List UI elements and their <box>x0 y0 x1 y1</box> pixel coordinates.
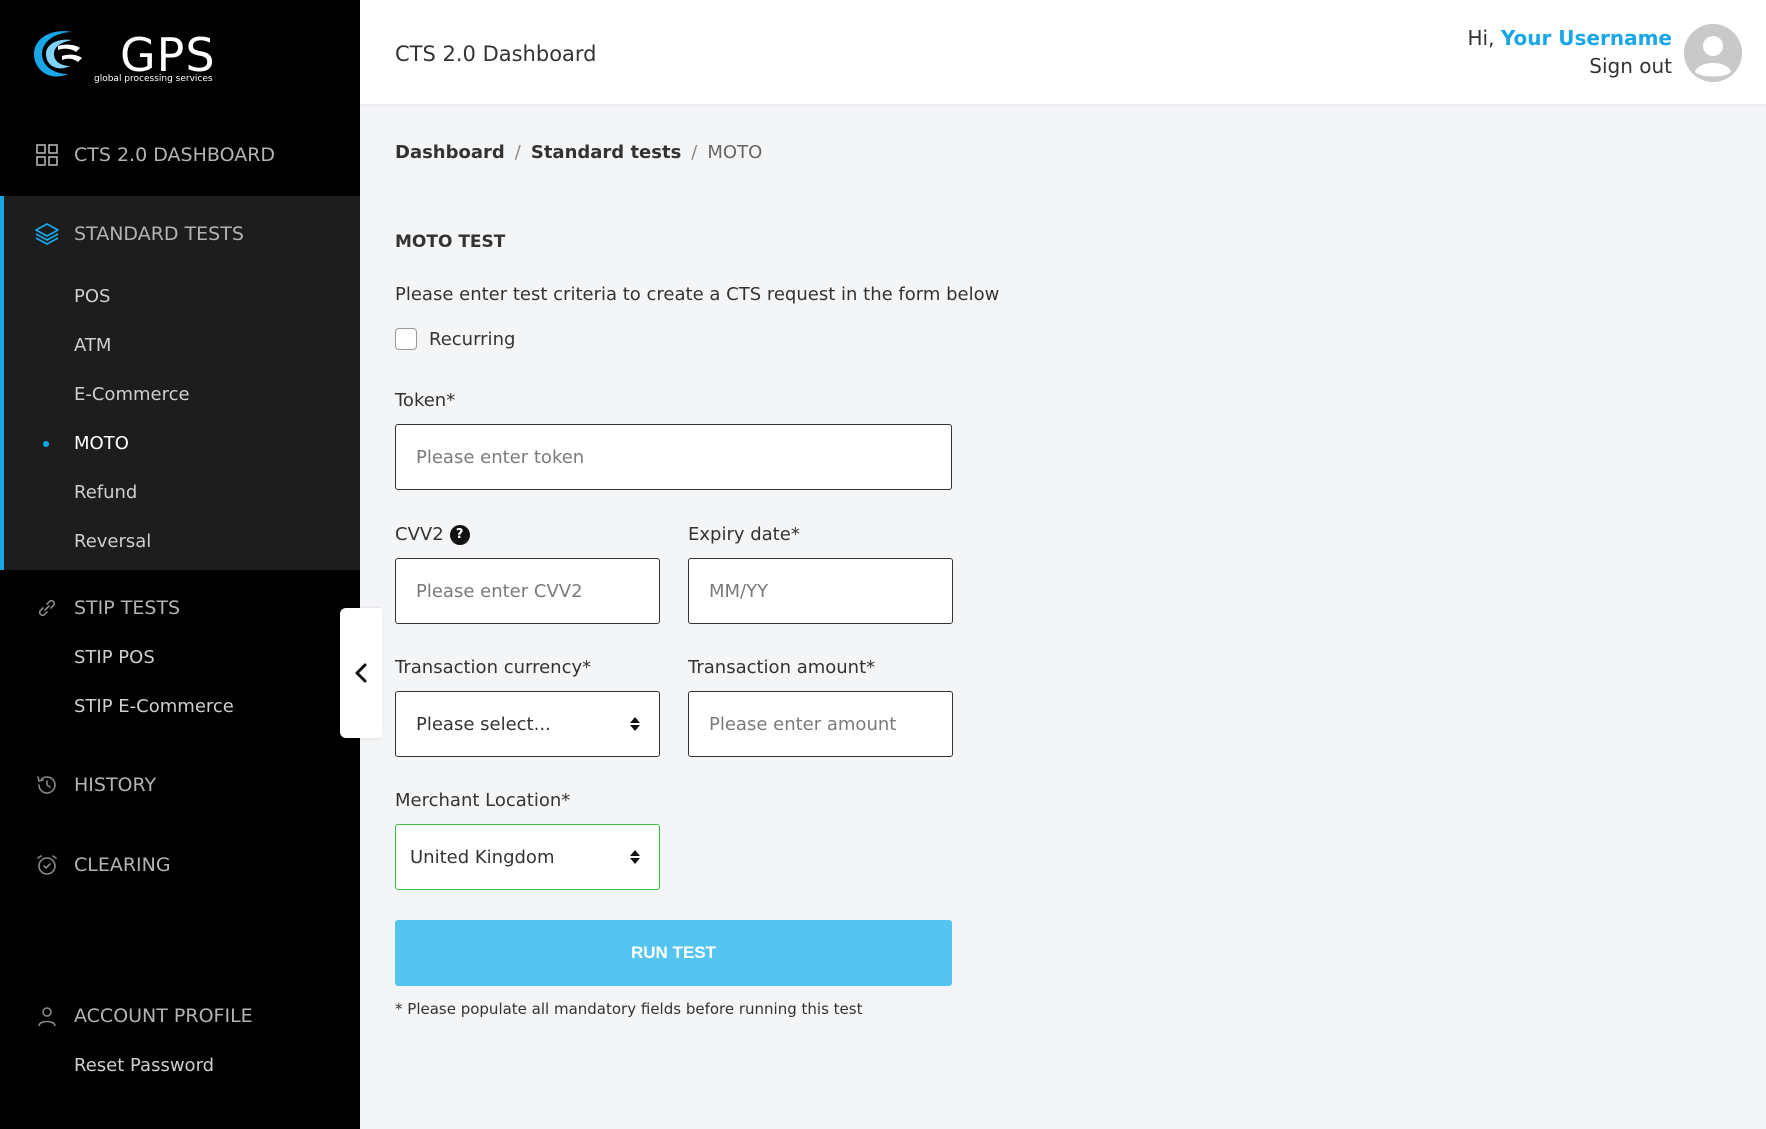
grid-icon <box>34 142 60 168</box>
nav-history-section: HISTORY <box>0 760 360 810</box>
user-menu: Hi, Your Username Sign out <box>1466 24 1766 88</box>
expiry-label: Expiry date* <box>688 524 800 545</box>
sidebar-item-label: Reset Password <box>74 1055 215 1076</box>
merchant-location-select[interactable]: United Kingdom <box>395 824 660 890</box>
location-label-text: Merchant Location* <box>395 790 571 811</box>
amount-label: Transaction amount* <box>688 657 875 678</box>
greeting: Hi, Your Username <box>1468 26 1672 50</box>
sidebar-item-moto[interactable]: MOTO <box>4 419 360 468</box>
form-description: Please enter test criteria to create a C… <box>395 284 1000 305</box>
currency-label-text: Transaction currency* <box>395 657 592 678</box>
mandatory-note: * Please populate all mandatory fields b… <box>395 1000 863 1018</box>
recurring-option: Recurring <box>395 328 515 350</box>
breadcrumb-separator: / <box>514 142 521 163</box>
token-label: Token* <box>395 390 455 411</box>
breadcrumb: Dashboard / Standard tests / MOTO <box>395 142 762 163</box>
token-input[interactable] <box>416 425 951 489</box>
nav-dashboard-section: CTS 2.0 DASHBOARD <box>0 130 360 180</box>
top-header: CTS 2.0 Dashboard Hi, Your Username Sign… <box>360 0 1766 104</box>
sidebar-item-label: CLEARING <box>74 854 171 876</box>
sidebar-item-history[interactable]: HISTORY <box>0 760 360 810</box>
sidebar-item-ecommerce[interactable]: E-Commerce <box>4 370 360 419</box>
cvv2-input[interactable] <box>416 559 659 623</box>
sidebar-item-label: Reversal <box>74 531 152 552</box>
sidebar-item-label: STANDARD TESTS <box>74 223 244 245</box>
sidebar-item-label: ACCOUNT PROFILE <box>74 1005 253 1027</box>
cvv2-label-text: CVV2 <box>395 524 444 545</box>
sidebar-item-refund[interactable]: Refund <box>4 468 360 517</box>
chevron-left-icon <box>355 663 367 683</box>
sidebar-item-label: ATM <box>74 335 112 356</box>
recurring-checkbox[interactable] <box>395 328 417 350</box>
sidebar-item-label: STIP E-Commerce <box>74 696 234 717</box>
sidebar-item-clearing[interactable]: CLEARING <box>0 840 360 890</box>
sidebar-item-label: HISTORY <box>74 774 157 796</box>
sidebar-item-stip-ecommerce[interactable]: STIP E-Commerce <box>0 682 360 731</box>
gps-swoosh-icon <box>34 31 82 77</box>
run-test-button[interactable]: RUN TEST <box>395 920 952 986</box>
sidebar-item-stip-pos[interactable]: STIP POS <box>0 633 360 682</box>
moto-test-form: MOTO TEST Please enter test criteria to … <box>395 232 999 1018</box>
location-select-value: United Kingdom <box>410 846 555 868</box>
sign-out-link[interactable]: Sign out <box>1589 54 1672 78</box>
gps-logo[interactable]: GPS global processing services <box>28 26 238 88</box>
amount-input[interactable] <box>709 692 952 756</box>
layers-icon <box>34 221 60 247</box>
sidebar-item-label: POS <box>74 286 111 307</box>
currency-select-value: Please select... <box>416 713 551 735</box>
token-field[interactable] <box>395 424 952 490</box>
amount-field[interactable] <box>688 691 953 757</box>
location-label: Merchant Location* <box>395 790 570 811</box>
nav-clearing-section: CLEARING <box>0 840 360 890</box>
sidebar: GPS global processing services CTS 2.0 D… <box>0 0 360 1129</box>
nav-stip-tests-section: STIP TESTS STIP POS STIP E-Commerce <box>0 583 360 731</box>
sidebar-item-pos[interactable]: POS <box>4 272 360 321</box>
sidebar-item-stip-tests[interactable]: STIP TESTS <box>0 583 360 633</box>
sidebar-item-standard-tests[interactable]: STANDARD TESTS <box>4 196 360 272</box>
sidebar-item-reset-password[interactable]: Reset Password <box>0 1041 360 1090</box>
breadcrumb-current: MOTO <box>707 142 763 163</box>
sidebar-item-label: CTS 2.0 DASHBOARD <box>74 144 276 166</box>
user-avatar-icon <box>1684 24 1742 82</box>
greeting-text: Hi, <box>1467 26 1501 50</box>
sidebar-item-account-profile[interactable]: ACCOUNT PROFILE <box>0 991 360 1041</box>
sidebar-item-label: Refund <box>74 482 138 503</box>
currency-select[interactable]: Please select... <box>395 691 660 757</box>
breadcrumb-separator: / <box>691 142 698 163</box>
sidebar-item-label: STIP POS <box>74 647 155 668</box>
nav-account-section: ACCOUNT PROFILE Reset Password <box>0 991 360 1090</box>
sort-arrows-icon <box>630 850 640 864</box>
sidebar-item-label: E-Commerce <box>74 384 190 405</box>
nav-standard-tests-section: STANDARD TESTS POS ATM E-Commerce MOTO R… <box>0 196 360 570</box>
sidebar-collapse-button[interactable] <box>340 608 382 738</box>
username-link[interactable]: Your Username <box>1501 26 1672 50</box>
user-icon <box>34 1003 60 1029</box>
sidebar-item-label: MOTO <box>74 433 129 454</box>
alarm-clock-icon <box>34 852 60 878</box>
token-label-text: Token* <box>395 390 456 411</box>
sidebar-item-label: STIP TESTS <box>74 597 181 619</box>
expiry-label-text: Expiry date* <box>688 524 800 545</box>
breadcrumb-dashboard[interactable]: Dashboard <box>395 142 505 163</box>
sidebar-item-dashboard[interactable]: CTS 2.0 DASHBOARD <box>0 130 360 180</box>
recurring-label: Recurring <box>429 328 516 350</box>
cvv2-label: CVV2 ? <box>395 524 470 545</box>
sidebar-item-reversal[interactable]: Reversal <box>4 517 360 566</box>
logo-subtitle: global processing services <box>94 74 213 84</box>
link-icon <box>34 595 60 621</box>
help-icon[interactable]: ? <box>449 524 470 545</box>
breadcrumb-standard-tests[interactable]: Standard tests <box>531 142 681 163</box>
cvv2-field[interactable] <box>395 558 660 624</box>
page-title: CTS 2.0 Dashboard <box>395 42 597 66</box>
sidebar-item-atm[interactable]: ATM <box>4 321 360 370</box>
currency-label: Transaction currency* <box>395 657 591 678</box>
sort-arrows-icon <box>630 717 640 731</box>
history-icon <box>34 772 60 798</box>
form-title: MOTO TEST <box>395 232 506 252</box>
amount-label-text: Transaction amount* <box>688 657 876 678</box>
active-dot-icon <box>43 441 49 447</box>
expiry-input[interactable] <box>709 559 952 623</box>
expiry-field[interactable] <box>688 558 953 624</box>
avatar[interactable] <box>1684 24 1742 82</box>
